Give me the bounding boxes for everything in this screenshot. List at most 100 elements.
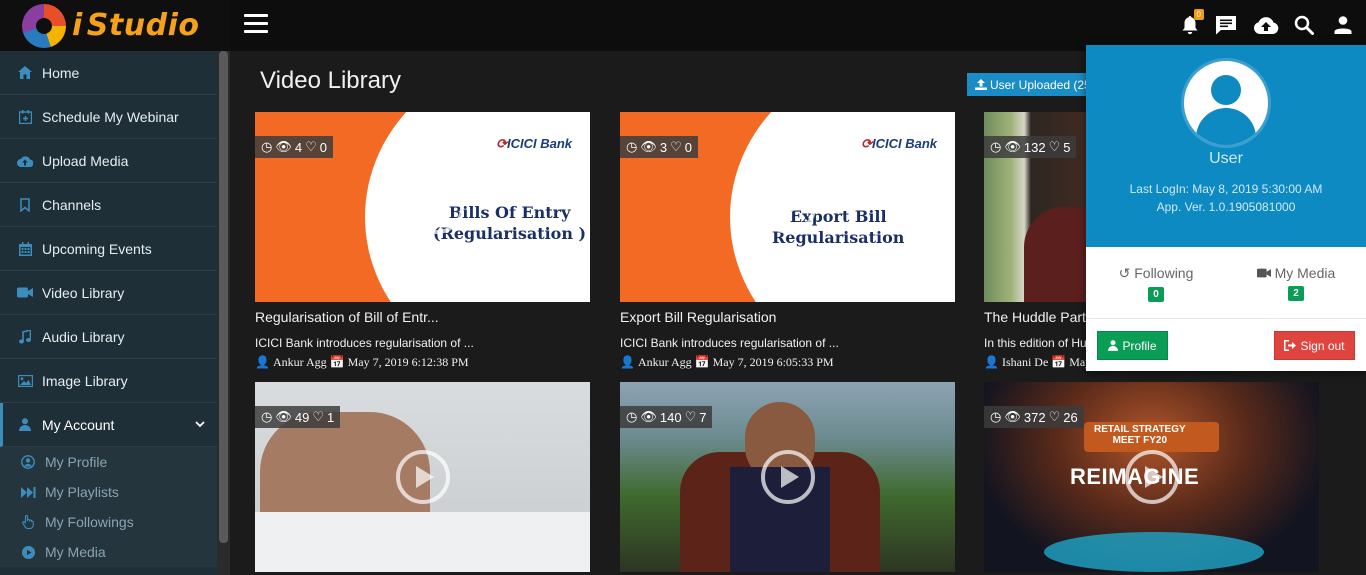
sidebar: i Studio Home Schedule My Webinar Upload… — [0, 0, 230, 575]
video-thumbnail[interactable]: ⟳ICICI Bank Bills Of Entry (Regularisati… — [255, 112, 590, 302]
sidebar-item-label: Channels — [42, 196, 102, 213]
messages-icon[interactable] — [1214, 13, 1238, 37]
profile-actions: Profile Sign out — [1086, 319, 1366, 371]
sidebar-item-schedule-webinar[interactable]: Schedule My Webinar — [0, 95, 217, 139]
logo-text: i Studio — [72, 8, 200, 43]
video-thumbnail[interactable]: ◷ 👁 140 ♡ 7 — [620, 382, 955, 572]
eye-icon: 👁 — [1004, 409, 1021, 424]
sidebar-item-label: Image Library — [42, 372, 128, 389]
sign-out-icon — [1284, 340, 1297, 351]
calendar-icon: 📅 — [694, 355, 710, 369]
sidebar-scrollbar-thumb[interactable] — [219, 51, 228, 543]
heart-icon: ♡ — [1048, 409, 1061, 424]
my-media-stat[interactable]: My Media 2 — [1226, 247, 1366, 318]
account-icon[interactable] — [1331, 13, 1355, 37]
sidebar-item-channels[interactable]: Channels — [0, 183, 217, 227]
my-media-count-badge: 2 — [1288, 286, 1304, 301]
video-title[interactable]: Export Bill Regularisation — [620, 306, 955, 328]
hamburger-menu-icon[interactable] — [244, 14, 268, 34]
clock-icon: ◷ — [990, 409, 1002, 424]
play-icon[interactable] — [409, 180, 464, 234]
play-icon[interactable] — [761, 180, 816, 234]
page-title: Video Library — [260, 67, 401, 94]
profile-stats: ↺ Following 0 My Media 2 — [1086, 247, 1366, 319]
sidebar-item-label: Home — [42, 64, 80, 81]
video-date: May 7, 2019 6:12:38 PM — [347, 355, 469, 369]
video-title[interactable]: Regularisation of Bill of Entr... — [255, 306, 590, 328]
video-author: Ishani De — [1001, 355, 1049, 369]
sidebar-item-upcoming-events[interactable]: Upcoming Events — [0, 227, 217, 271]
sidebar-item-video-library[interactable]: Video Library — [0, 271, 217, 315]
video-card[interactable]: ◷ 👁 49 ♡ 1 — [255, 382, 590, 572]
user-icon: 👤 — [620, 355, 635, 369]
sidebar-subitem-my-media[interactable]: My Media — [0, 537, 217, 567]
eye-icon: 👁 — [640, 409, 657, 424]
bookmark-icon — [17, 197, 33, 213]
sign-out-button[interactable]: Sign out — [1274, 331, 1355, 360]
home-icon — [17, 65, 33, 81]
view-count: 372 — [1023, 409, 1046, 425]
user-icon — [1108, 340, 1119, 351]
sidebar-subitem-my-followings[interactable]: My Followings — [0, 507, 217, 537]
video-card[interactable]: ⟳ICICI Bank Export Bill Regularisation ◷… — [620, 112, 955, 370]
following-stat[interactable]: ↺ Following 0 — [1086, 247, 1226, 318]
video-stats: ◷ 👁 132 ♡ 5 — [984, 136, 1077, 158]
sidebar-subitem-label: My Playlists — [45, 484, 119, 500]
profile-username: User — [1209, 150, 1243, 167]
following-count-badge: 0 — [1148, 287, 1164, 302]
video-meta: 👤 Ankur Agg 📅 May 7, 2019 6:05:33 PM — [620, 355, 955, 370]
play-circle-icon — [20, 544, 36, 560]
bank-logo: ⟳ICICI Bank — [861, 136, 937, 151]
following-label: Following — [1134, 265, 1194, 281]
play-icon[interactable] — [1124, 450, 1179, 504]
eye-icon: 👁 — [640, 139, 657, 154]
like-count: 0 — [684, 139, 692, 155]
search-icon[interactable] — [1292, 13, 1316, 37]
sidebar-item-home[interactable]: Home — [0, 51, 217, 95]
video-card[interactable]: ◷ 👁 140 ♡ 7 — [620, 382, 955, 572]
video-thumbnail[interactable]: ⟳ICICI Bank Export Bill Regularisation ◷… — [620, 112, 955, 302]
video-thumbnail[interactable]: ◷ 👁 49 ♡ 1 — [255, 382, 590, 572]
video-stats: ◷ 👁 49 ♡ 1 — [255, 406, 341, 428]
video-author: Ankur Agg — [272, 355, 327, 369]
calendar-icon: 📅 — [329, 355, 345, 369]
play-icon[interactable] — [395, 450, 450, 504]
chevron-down-icon[interactable] — [195, 419, 205, 431]
app-version-text: App. Ver. 1.0.1905081000 — [1156, 200, 1296, 214]
logo[interactable]: i Studio — [0, 0, 230, 51]
heart-icon: ♡ — [684, 409, 697, 424]
top-bar: 0 — [230, 0, 1366, 51]
video-date: May 7, 2019 6:05:33 PM — [712, 355, 834, 369]
play-icon[interactable] — [760, 450, 815, 504]
notification-bell-icon[interactable]: 0 — [1178, 9, 1204, 37]
eye-icon: 👁 — [275, 139, 292, 154]
sidebar-item-my-account[interactable]: My Account — [0, 403, 217, 447]
bank-logo: ⟳ICICI Bank — [496, 136, 572, 151]
video-author: Ankur Agg — [637, 355, 692, 369]
video-card[interactable]: ⟳ICICI Bank Bills Of Entry (Regularisati… — [255, 112, 590, 370]
sidebar-subitem-label: My Profile — [45, 454, 108, 470]
profile-header: User Last LogIn: May 8, 2019 5:30:00 AM … — [1086, 45, 1366, 247]
profile-dropdown: User Last LogIn: May 8, 2019 5:30:00 AM … — [1086, 45, 1366, 371]
app-root: i Studio Home Schedule My Webinar Upload… — [0, 0, 1366, 575]
heart-icon: ♡ — [305, 139, 317, 154]
view-count: 132 — [1023, 139, 1046, 155]
sidebar-subitem-my-profile[interactable]: My Profile — [0, 447, 217, 477]
heart-icon: ♡ — [1048, 139, 1061, 154]
like-count: 5 — [1063, 139, 1071, 155]
video-card[interactable]: RETAIL STRATEGY MEET FY20 REIMAGINE ◷ 👁 … — [984, 382, 1319, 572]
sidebar-item-image-library[interactable]: Image Library — [0, 359, 217, 403]
sidebar-item-upload-media[interactable]: Upload Media — [0, 139, 217, 183]
sidebar-item-label: Upcoming Events — [42, 240, 152, 257]
sidebar-item-label: Video Library — [42, 284, 125, 301]
video-thumbnail[interactable]: RETAIL STRATEGY MEET FY20 REIMAGINE ◷ 👁 … — [984, 382, 1319, 572]
video-description: ICICI Bank introduces regularisation of … — [255, 336, 474, 350]
cloud-upload-icon[interactable] — [1252, 13, 1280, 37]
sidebar-subitem-my-playlists[interactable]: My Playlists — [0, 477, 217, 507]
profile-button[interactable]: Profile — [1097, 331, 1168, 360]
sidebar-item-audio-library[interactable]: Audio Library — [0, 315, 217, 359]
clock-icon: ◷ — [990, 139, 1002, 154]
fast-forward-icon — [20, 484, 36, 500]
video-stats: ◷ 👁 372 ♡ 26 — [984, 406, 1084, 428]
my-media-label: My Media — [1274, 265, 1336, 281]
